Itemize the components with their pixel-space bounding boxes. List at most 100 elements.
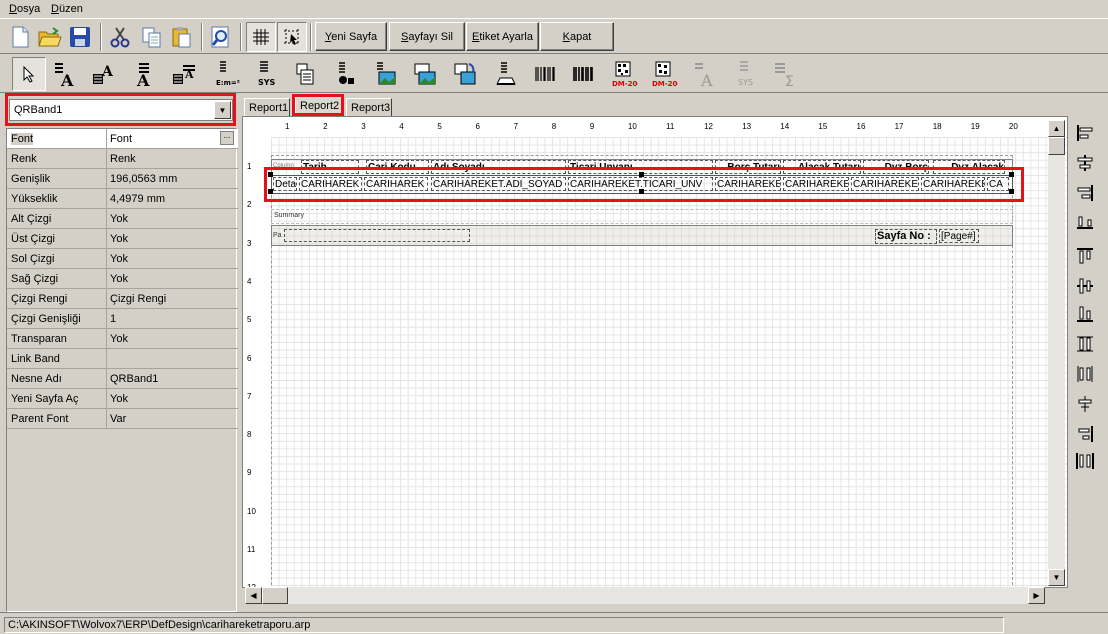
db-image-tool-icon[interactable] bbox=[408, 57, 442, 91]
property-value[interactable]: Çizgi Rengi bbox=[110, 293, 166, 305]
property-value[interactable]: Yok bbox=[110, 393, 128, 405]
property-row[interactable]: Transparan Yok bbox=[7, 329, 238, 349]
subreport-tool-icon[interactable] bbox=[448, 57, 482, 91]
new-file-icon[interactable] bbox=[5, 22, 35, 52]
property-row[interactable]: Yeni Sayfa Aç Yok bbox=[7, 389, 238, 409]
scroll-up-icon[interactable]: ▲ bbox=[1048, 120, 1065, 137]
same-height-icon[interactable] bbox=[1072, 331, 1098, 357]
selection-handle[interactable] bbox=[639, 172, 644, 177]
page-footer-band[interactable]: Pa Sayfa No : [Page#] bbox=[271, 225, 1013, 246]
align-left-icon[interactable] bbox=[1072, 120, 1098, 146]
selection-handle[interactable] bbox=[639, 189, 644, 194]
tab-report1[interactable]: Report1 bbox=[244, 98, 290, 117]
property-row[interactable]: Nesne Adı QRBand1 bbox=[7, 369, 238, 389]
property-value[interactable]: 196,0563 mm bbox=[110, 173, 177, 185]
image-tool-icon[interactable] bbox=[368, 57, 402, 91]
report-design-area[interactable]: 1 2 3 4 5 6 7 8 9 10 11 12 13 14 15 16 17 18 19 20 12345678… bbox=[242, 116, 1068, 588]
menu-edit[interactable]: Düzen bbox=[51, 3, 83, 15]
snap-to-grid-icon[interactable] bbox=[277, 22, 307, 52]
property-row[interactable]: Çizgi Genişliği 1 bbox=[7, 309, 238, 329]
selection-handle[interactable] bbox=[1009, 172, 1014, 177]
new-page-button[interactable]: Yeni Sayfa bbox=[315, 22, 387, 51]
page-no-field[interactable]: [Page#] bbox=[939, 229, 979, 243]
space-horizontal-icon[interactable] bbox=[1072, 208, 1098, 234]
property-value[interactable]: Renk bbox=[110, 153, 136, 165]
memo-tool-icon[interactable] bbox=[288, 57, 322, 91]
align-top-icon[interactable] bbox=[1072, 243, 1098, 269]
expression-tool-icon[interactable]: E:m=² bbox=[208, 57, 242, 91]
property-value[interactable]: Font bbox=[110, 133, 132, 145]
grid-toggle-icon[interactable] bbox=[246, 22, 276, 52]
property-value[interactable]: Yok bbox=[110, 233, 128, 245]
detail-field[interactable]: CARIHAREKE bbox=[783, 177, 849, 191]
scroll-left-icon[interactable]: ◀ bbox=[245, 587, 262, 604]
detail-field[interactable]: CARIHAREK bbox=[364, 177, 428, 191]
property-row[interactable]: Yükseklik 4,4979 mm bbox=[7, 189, 238, 209]
column-header-label[interactable]: Alacak Tutarı bbox=[783, 160, 861, 174]
size-to-grid-icon[interactable] bbox=[1072, 421, 1098, 447]
open-folder-icon[interactable] bbox=[35, 22, 65, 52]
cut-icon[interactable] bbox=[105, 22, 135, 52]
band-name[interactable]: Deta bbox=[273, 177, 297, 191]
align-vcenter-icon[interactable] bbox=[1072, 273, 1098, 299]
label-tool-icon[interactable]: A bbox=[48, 57, 82, 91]
property-value[interactable]: 4,4979 mm bbox=[110, 193, 165, 205]
datamatrix-tool-icon[interactable]: DM-200 bbox=[606, 57, 640, 91]
pointer-tool-icon[interactable] bbox=[12, 57, 46, 91]
menu-file[interactable]: Dosya bbox=[9, 3, 40, 15]
space-vertical-icon[interactable] bbox=[1072, 361, 1098, 387]
property-row[interactable]: Çizgi Rengi Çizgi Rengi bbox=[7, 289, 238, 309]
copy-icon[interactable] bbox=[137, 22, 167, 52]
scroll-thumb[interactable] bbox=[1048, 137, 1065, 155]
distribute-icon[interactable] bbox=[1072, 448, 1098, 474]
align-right-icon[interactable] bbox=[1072, 180, 1098, 206]
detail-field[interactable]: CARIHAREKET.ADI_SOYAD bbox=[431, 177, 566, 191]
column-header-label[interactable]: Dvz.Alacak bbox=[933, 160, 1005, 174]
delete-page-button[interactable]: Sayfayı Sil bbox=[389, 22, 465, 51]
db-barcode-tool-icon[interactable] bbox=[566, 57, 600, 91]
property-row[interactable]: Renk Renk bbox=[7, 149, 238, 169]
vertical-scrollbar[interactable]: ▲ ▼ bbox=[1048, 120, 1065, 586]
shape-tool-icon[interactable] bbox=[328, 57, 362, 91]
system-data-tool-icon[interactable]: SYS bbox=[248, 57, 282, 91]
horizontal-scrollbar[interactable]: ◀ ▶ bbox=[245, 587, 1045, 604]
property-row[interactable]: Alt Çizgi Yok bbox=[7, 209, 238, 229]
summary-band[interactable]: Summary bbox=[271, 209, 1013, 224]
scroll-thumb[interactable] bbox=[262, 587, 288, 604]
property-row[interactable]: Sağ Çizgi Yok bbox=[7, 269, 238, 289]
property-value[interactable]: QRBand1 bbox=[110, 373, 158, 385]
db-datamatrix-tool-icon[interactable]: DM-200 bbox=[646, 57, 680, 91]
barcode-tool-icon[interactable] bbox=[528, 57, 562, 91]
band-selector[interactable]: QRBand1 ▼ bbox=[9, 99, 233, 121]
property-value[interactable]: Yok bbox=[110, 333, 128, 345]
property-row[interactable]: Sol Çizgi Yok bbox=[7, 249, 238, 269]
detail-field[interactable]: CA bbox=[987, 177, 1009, 191]
scroll-right-icon[interactable]: ▶ bbox=[1028, 587, 1045, 604]
detail-field[interactable]: CARIHAREKE bbox=[715, 177, 781, 191]
property-row[interactable]: Link Band bbox=[7, 349, 238, 369]
property-value[interactable]: Yok bbox=[110, 253, 128, 265]
column-header-label[interactable]: Borç Tutarı bbox=[715, 160, 781, 174]
property-row[interactable]: Genişlik 196,0563 mm bbox=[7, 169, 238, 189]
save-icon[interactable] bbox=[65, 22, 95, 52]
chevron-down-icon[interactable]: ▼ bbox=[214, 101, 231, 119]
align-bottom-icon[interactable] bbox=[1072, 301, 1098, 327]
detail-field[interactable]: CARIHAREKE bbox=[921, 177, 985, 191]
column-header-label[interactable]: Adı Soyadı bbox=[431, 160, 566, 174]
db-rich-text-tool-icon[interactable]: A bbox=[168, 57, 202, 91]
footer-label[interactable] bbox=[284, 229, 470, 242]
selection-handle[interactable] bbox=[268, 172, 273, 177]
column-header-label[interactable]: Tarih bbox=[301, 160, 359, 174]
selection-handle[interactable] bbox=[268, 189, 273, 194]
property-row[interactable]: Üst Çizgi Yok bbox=[7, 229, 238, 249]
same-width-icon[interactable] bbox=[1072, 391, 1098, 417]
property-row[interactable]: Parent Font Var bbox=[7, 409, 238, 429]
detail-field[interactable]: CARIHAREK bbox=[299, 177, 362, 191]
print-preview-icon[interactable] bbox=[206, 22, 236, 52]
chart-tool-icon[interactable] bbox=[488, 57, 522, 91]
align-hcenter-icon[interactable] bbox=[1072, 150, 1098, 176]
paste-icon[interactable] bbox=[167, 22, 197, 52]
property-row[interactable]: Font Font... bbox=[7, 129, 238, 149]
property-value[interactable]: Var bbox=[110, 413, 126, 425]
selection-handle[interactable] bbox=[1009, 189, 1014, 194]
